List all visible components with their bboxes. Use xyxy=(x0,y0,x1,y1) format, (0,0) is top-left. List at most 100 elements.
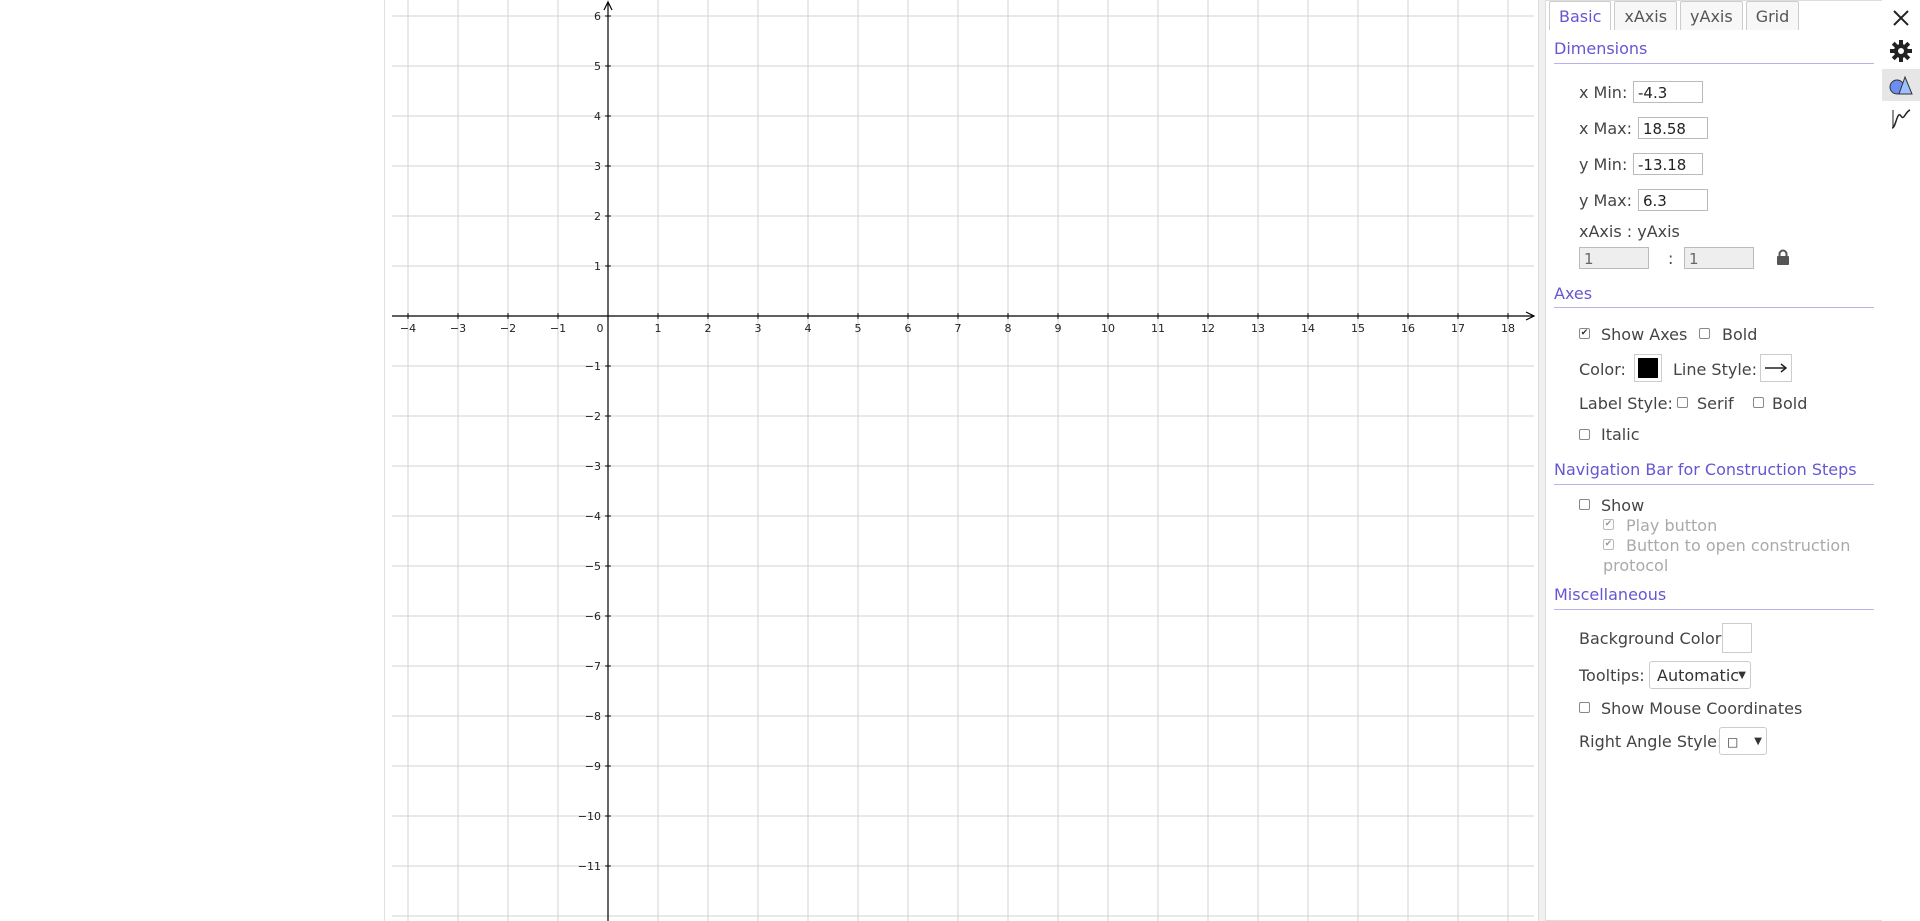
label-bold-checkbox[interactable] xyxy=(1753,397,1764,408)
x-tick-label: 0 xyxy=(597,322,604,335)
y-tick-label: −4 xyxy=(585,510,601,523)
x-tick-label: 7 xyxy=(955,322,962,335)
tooltips-label: Tooltips: xyxy=(1579,666,1645,685)
y-tick-label: 6 xyxy=(594,10,601,23)
x-tick-label: −4 xyxy=(400,322,416,335)
y-tick-label: 4 xyxy=(594,110,601,123)
x-tick-label: 12 xyxy=(1201,322,1215,335)
tooltips-value: Automatic xyxy=(1657,666,1740,685)
x-max-label: x Max: xyxy=(1579,119,1633,138)
section-divider xyxy=(1554,307,1874,308)
x-max-input[interactable]: 18.58 xyxy=(1638,117,1708,139)
ratio-y-input[interactable]: 1 xyxy=(1684,247,1754,269)
tab-xaxis[interactable]: xAxis xyxy=(1614,1,1678,30)
algebra-graph-icon[interactable] xyxy=(1882,103,1920,135)
axis-color-swatch[interactable] xyxy=(1634,354,1662,382)
background-color-swatch[interactable] xyxy=(1722,623,1752,653)
y-min-label: y Min: xyxy=(1579,155,1628,174)
x-tick-label: 10 xyxy=(1101,322,1115,335)
close-icon[interactable] xyxy=(1882,2,1920,34)
lock-icon[interactable] xyxy=(1776,249,1790,269)
axes-bold-label: Bold xyxy=(1722,325,1758,344)
axis-color-label: Color: xyxy=(1579,360,1626,379)
tooltips-select[interactable]: Automatic ▼ xyxy=(1649,661,1751,689)
tab-grid[interactable]: Grid xyxy=(1745,1,1800,30)
settings-tabs: Basic xAxis yAxis Grid xyxy=(1546,1,1800,31)
y-max-label: y Max: xyxy=(1579,191,1633,210)
x-tick-label: 17 xyxy=(1451,322,1465,335)
axes-bold-checkbox[interactable] xyxy=(1699,328,1710,339)
x-tick-label: 18 xyxy=(1501,322,1515,335)
mouse-coords-label: Show Mouse Coordinates xyxy=(1601,699,1803,718)
right-angle-value: □ xyxy=(1727,735,1739,749)
section-misc-title: Miscellaneous xyxy=(1554,585,1667,604)
x-tick-label: 5 xyxy=(855,322,862,335)
section-divider xyxy=(1554,63,1874,64)
panel-divider[interactable] xyxy=(1538,0,1545,921)
y-tick-label: −11 xyxy=(578,860,601,873)
section-axes-title: Axes xyxy=(1554,284,1593,303)
play-button-checkbox[interactable]: ✔ xyxy=(1603,519,1614,530)
y-tick-label: −2 xyxy=(585,410,601,423)
y-tick-label: −8 xyxy=(585,710,601,723)
x-min-label: x Min: xyxy=(1579,83,1628,102)
x-tick-label: −2 xyxy=(500,322,516,335)
gear-icon[interactable] xyxy=(1882,35,1920,67)
graphics-view[interactable]: −4 −3 −2 −1 0 1 2 3 4 5 6 7 8 9 10 11 12 13 14 15 16 17 18 6 5 4 3… xyxy=(392,0,1538,921)
coordinate-grid[interactable]: −4 −3 −2 −1 0 1 2 3 4 5 6 7 8 9 10 11 12 13 14 15 16 17 186543… xyxy=(392,0,1538,921)
play-button-label: Play button xyxy=(1626,516,1718,535)
label-serif-label: Serif xyxy=(1697,394,1734,413)
navbar-show-label: Show xyxy=(1601,496,1645,515)
x-tick-label: 4 xyxy=(805,322,812,335)
open-protocol-checkbox[interactable]: ✔ xyxy=(1603,539,1614,550)
y-max-input[interactable]: 6.3 xyxy=(1638,189,1708,211)
x-tick-label: 8 xyxy=(1005,322,1012,335)
show-axes-label: Show Axes xyxy=(1601,325,1688,344)
dropdown-arrow-icon: ▼ xyxy=(1738,670,1746,681)
y-tick-label: −6 xyxy=(585,610,601,623)
x-tick-label: −3 xyxy=(450,322,466,335)
mouse-coords-checkbox[interactable] xyxy=(1579,702,1590,713)
label-italic-label: Italic xyxy=(1601,425,1640,444)
tab-yaxis[interactable]: yAxis xyxy=(1680,1,1743,30)
section-navbar-title: Navigation Bar for Construction Steps xyxy=(1554,460,1857,479)
y-tick-label: 2 xyxy=(594,210,601,223)
ratio-separator: : xyxy=(1668,249,1674,268)
section-dimensions-title: Dimensions xyxy=(1554,39,1648,58)
label-serif-checkbox[interactable] xyxy=(1677,397,1688,408)
label-style-label: Label Style: xyxy=(1579,394,1673,413)
x-tick-label: −1 xyxy=(550,322,566,335)
y-tick-label: −10 xyxy=(578,810,601,823)
axis-ratio-label: xAxis : yAxis xyxy=(1579,222,1680,241)
y-tick-label: −9 xyxy=(585,760,601,773)
y-tick-label: 1 xyxy=(594,260,601,273)
x-tick-label: 14 xyxy=(1301,322,1315,335)
line-style-button[interactable] xyxy=(1760,354,1792,382)
x-tick-label: 6 xyxy=(905,322,912,335)
y-tick-label: −7 xyxy=(585,660,601,673)
y-tick-label: −1 xyxy=(585,360,601,373)
algebra-view-empty[interactable] xyxy=(0,0,385,921)
y-min-input[interactable]: -13.18 xyxy=(1633,153,1703,175)
graphics-view-icon[interactable] xyxy=(1882,69,1920,101)
tab-basic[interactable]: Basic xyxy=(1549,1,1612,30)
x-tick-label: 9 xyxy=(1055,322,1062,335)
ratio-x-input[interactable]: 1 xyxy=(1579,247,1649,269)
navbar-show-checkbox[interactable] xyxy=(1579,499,1590,510)
x-tick-label: 16 xyxy=(1401,322,1415,335)
x-min-input[interactable]: -4.3 xyxy=(1633,81,1703,103)
y-tick-label: 3 xyxy=(594,160,601,173)
x-tick-label: 11 xyxy=(1151,322,1165,335)
arrow-line-icon xyxy=(1765,363,1788,373)
right-angle-label: Right Angle Style: xyxy=(1579,732,1723,751)
label-italic-checkbox[interactable] xyxy=(1579,429,1590,440)
background-color-label: Background Color: xyxy=(1579,629,1727,648)
right-angle-select[interactable]: □ ▼ xyxy=(1719,727,1767,755)
open-protocol-label-cont: protocol xyxy=(1603,556,1669,575)
open-protocol-label: Button to open construction xyxy=(1626,536,1851,555)
y-tick-label: −5 xyxy=(585,560,601,573)
y-tick-label: 5 xyxy=(594,60,601,73)
show-axes-checkbox[interactable]: ✔ xyxy=(1579,328,1590,339)
y-tick-label: −3 xyxy=(585,460,601,473)
label-bold-label: Bold xyxy=(1772,394,1808,413)
